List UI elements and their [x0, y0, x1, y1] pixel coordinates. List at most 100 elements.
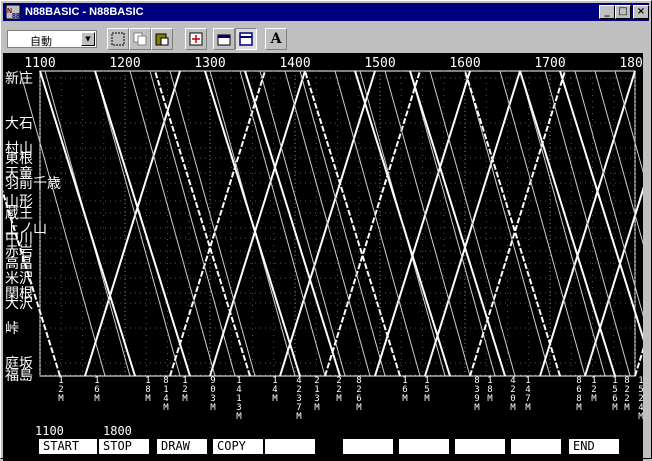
paste-button[interactable]	[151, 28, 173, 50]
train-path	[209, 70, 306, 377]
station-label: 福島	[5, 368, 33, 384]
train-path	[84, 70, 181, 377]
function-key-6[interactable]	[343, 439, 393, 454]
train-path	[304, 70, 401, 377]
chevron-down-icon[interactable]: ▼	[81, 32, 95, 46]
station-label: 峠	[5, 321, 19, 337]
train-path-local	[429, 70, 516, 377]
function-key-10[interactable]: END	[569, 439, 619, 454]
station-label: 大沢	[5, 296, 33, 312]
close-button[interactable]: ×	[633, 5, 649, 19]
marquee-icon	[111, 32, 125, 46]
time-label: 1100	[24, 56, 55, 71]
toolbar: 自動 ▼ A	[3, 23, 649, 51]
diagram-frame	[39, 70, 636, 377]
train-path-local	[594, 70, 643, 246]
train-path	[634, 346, 643, 377]
train-path-local	[464, 70, 551, 377]
train-path	[39, 70, 136, 377]
maximize-button[interactable]: □	[615, 5, 631, 19]
function-key-9[interactable]	[511, 439, 561, 454]
copy-button[interactable]	[129, 28, 151, 50]
select-button[interactable]	[107, 28, 129, 50]
train-number-label: 156M	[612, 376, 618, 413]
train-number-label: 16M	[94, 376, 100, 404]
train-number-label: 903M	[210, 376, 216, 413]
train-number-label: 420M	[510, 376, 516, 413]
train-number-label: 826M	[356, 376, 362, 413]
train-number-label: 839M	[474, 376, 480, 413]
train-number-label: 22M	[336, 376, 342, 404]
train-number-label: 1413M	[236, 376, 242, 422]
train-path	[169, 70, 266, 377]
station-label: 大石	[5, 116, 33, 132]
window-title: N88BASIC - N88BASIC	[25, 6, 144, 18]
time-label: 1300	[194, 56, 225, 71]
train-path	[469, 70, 566, 377]
station-label: 高畠	[5, 255, 33, 272]
train-number-label: 12M	[58, 376, 64, 404]
station-label: 新庄	[5, 70, 33, 87]
start-time: 1100	[35, 424, 64, 438]
train-number-label: 147M	[525, 376, 531, 413]
train-number-label: 12M	[591, 376, 597, 404]
time-label: 1400	[279, 56, 310, 71]
properties-icon	[217, 34, 231, 46]
train-path-local	[284, 70, 371, 377]
window-mode-button[interactable]	[235, 28, 257, 50]
train-number-label: 15M	[424, 376, 430, 404]
stop-time: 1800	[103, 424, 132, 438]
train-number-label: 822M	[624, 376, 630, 413]
train-path-local	[259, 70, 346, 377]
window-icon	[239, 32, 253, 46]
app-icon[interactable]: N88	[5, 4, 21, 20]
fullscreen-icon	[189, 32, 203, 46]
properties-button[interactable]	[213, 28, 235, 50]
time-label: 1500	[364, 56, 395, 71]
function-key-8[interactable]	[455, 439, 505, 454]
title-bar: N 88 N88BASIC - N88BASIC _ □ ×	[3, 3, 649, 21]
svg-text:88: 88	[12, 13, 20, 20]
train-path	[354, 70, 451, 377]
train-number-label: 4237M	[296, 376, 302, 422]
train-number-label: 868M	[576, 376, 582, 413]
copy-icon	[133, 32, 147, 46]
app-window: N 88 N88BASIC - N88BASIC _ □ × 自動 ▼ A 110…	[0, 0, 652, 461]
train-number-label: 18M	[487, 376, 493, 404]
function-key-3[interactable]: DRAW	[157, 439, 207, 454]
train-path-local	[334, 70, 421, 377]
train-path-local	[499, 70, 586, 377]
train-number-label: 18M	[145, 376, 151, 404]
font-button[interactable]: A	[265, 28, 287, 50]
train-path-local	[94, 70, 181, 377]
train-number-label: 814M	[163, 376, 169, 413]
train-number-label: 14M	[272, 376, 278, 404]
train-path-local	[169, 70, 256, 377]
train-number-label: 16M	[402, 376, 408, 404]
train-diagram: 11001200130014001500160017001800新庄大石村山東根…	[3, 56, 643, 422]
minimize-button[interactable]: _	[599, 5, 615, 19]
time-label: 1200	[109, 56, 140, 71]
mode-select-value: 自動	[30, 35, 52, 48]
function-key-4[interactable]: COPY	[213, 439, 263, 454]
train-path-local	[614, 70, 643, 174]
paste-icon	[155, 33, 169, 46]
time-label: 1600	[449, 56, 480, 71]
mode-select[interactable]: 自動 ▼	[7, 30, 97, 48]
time-label: 1700	[534, 56, 565, 71]
train-path	[584, 186, 643, 377]
fullscreen-button[interactable]	[185, 28, 207, 50]
train-path	[244, 70, 341, 377]
function-key-7[interactable]	[399, 439, 449, 454]
train-number-label: 1524M	[638, 376, 643, 422]
train-number-label: 213M	[314, 376, 320, 413]
function-key-5[interactable]	[265, 439, 315, 454]
function-key-2[interactable]: STOP	[99, 439, 149, 454]
station-label: 東根	[5, 151, 33, 167]
train-path	[519, 70, 616, 377]
train-path-local	[519, 70, 606, 377]
basic-screen: 11001200130014001500160017001800新庄大石村山東根…	[3, 53, 643, 461]
train-number-label: 12M	[182, 376, 188, 404]
time-label: 1800	[619, 56, 643, 71]
function-key-1[interactable]: START	[39, 439, 97, 454]
